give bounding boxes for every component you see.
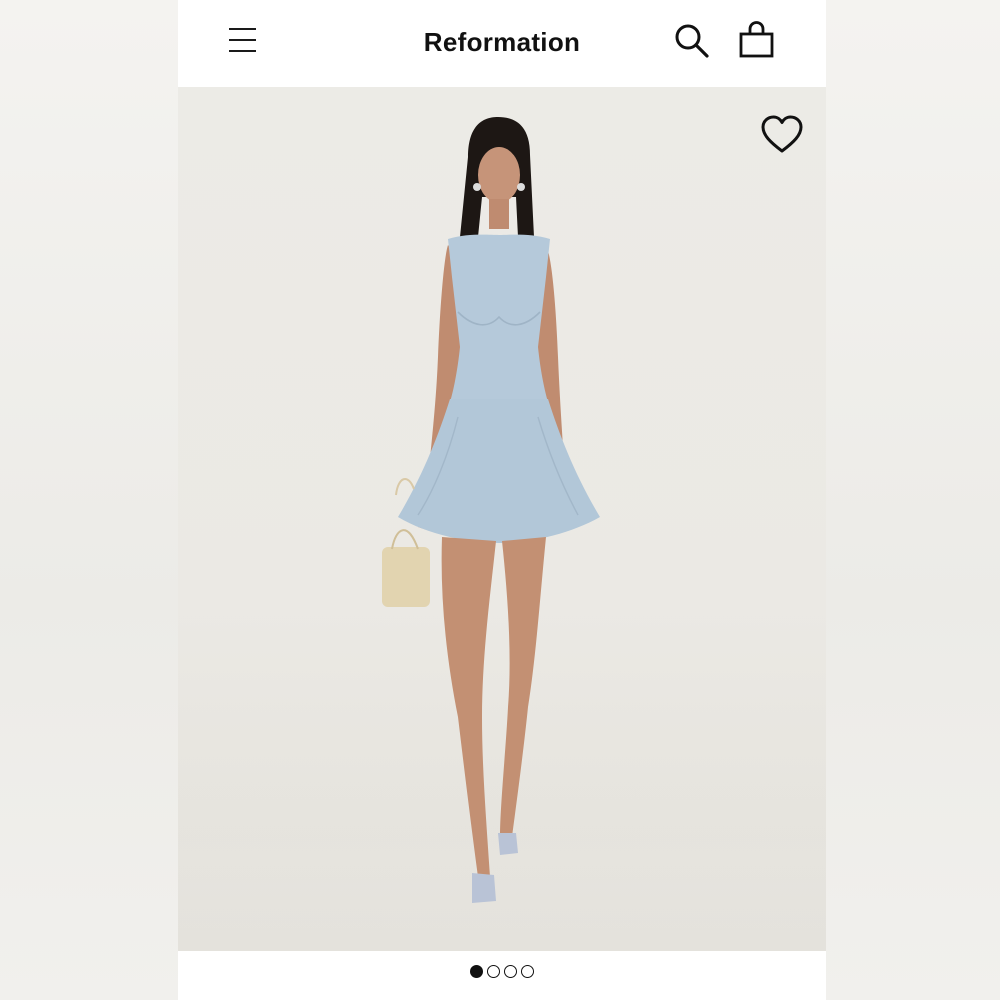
search-icon[interactable] (674, 22, 710, 60)
site-header: Reformation (178, 0, 826, 87)
product-photo (382, 117, 600, 903)
pagination-dot-3[interactable] (504, 965, 517, 978)
image-pagination (178, 951, 826, 1000)
heart-icon[interactable] (760, 115, 804, 155)
pagination-dot-2[interactable] (487, 965, 500, 978)
pagination-dot-4[interactable] (521, 965, 534, 978)
mobile-page: Reformation (178, 0, 826, 1000)
backdrop-right-edge (826, 0, 1000, 1000)
shopping-bag-icon[interactable] (738, 20, 776, 60)
product-image-gallery[interactable] (178, 87, 826, 951)
pagination-dot-1[interactable] (470, 965, 483, 978)
menu-icon[interactable] (228, 26, 258, 56)
backdrop-left-edge (0, 0, 178, 1000)
brand-logo[interactable]: Reformation (378, 24, 626, 60)
